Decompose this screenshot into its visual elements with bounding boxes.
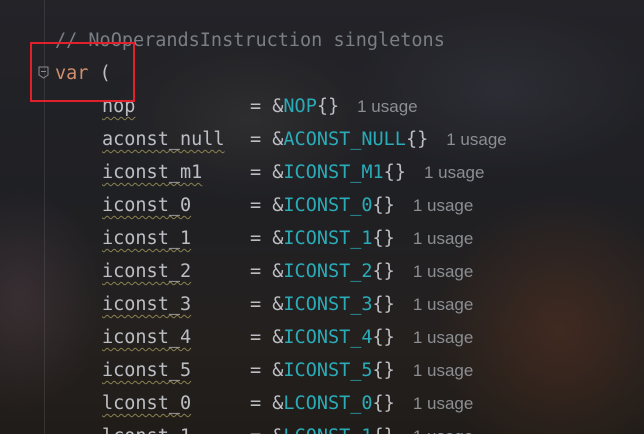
empty-literal-braces: {} — [372, 327, 395, 348]
assign-operator: = — [250, 294, 273, 315]
type-name[interactable]: ICONST_5 — [283, 360, 372, 381]
address-operator: & — [272, 327, 284, 348]
variable-name[interactable]: lconst_0 — [102, 387, 250, 420]
address-operator: & — [272, 129, 284, 150]
usage-hint[interactable]: 1 usage — [413, 361, 474, 380]
address-operator: & — [272, 360, 284, 381]
empty-literal-braces: {} — [372, 294, 395, 315]
empty-literal-braces: {} — [372, 360, 395, 381]
declaration-row: iconst_5 = &ICONST_5{} 1 usage — [102, 354, 473, 387]
type-name[interactable]: ICONST_M1 — [283, 162, 383, 183]
address-operator: & — [272, 261, 284, 282]
assign-operator: = — [250, 261, 273, 282]
usage-hint[interactable]: 1 usage — [413, 427, 474, 434]
assign-operator: = — [250, 327, 273, 348]
type-name[interactable]: ICONST_4 — [283, 327, 372, 348]
type-name[interactable]: LCONST_1 — [283, 426, 372, 434]
address-operator: & — [272, 228, 284, 249]
assign-operator: = — [250, 195, 273, 216]
highlight-annotation-box — [30, 42, 135, 102]
variable-name[interactable]: iconst_3 — [102, 288, 250, 321]
assign-operator: = — [250, 228, 273, 249]
variable-name[interactable]: iconst_m1 — [102, 156, 250, 189]
usage-hint[interactable]: 1 usage — [446, 130, 507, 149]
variable-name[interactable]: iconst_5 — [102, 354, 250, 387]
type-name[interactable]: ICONST_2 — [283, 261, 372, 282]
declaration-row: iconst_1 = &ICONST_1{} 1 usage — [102, 222, 473, 255]
address-operator: & — [272, 162, 284, 183]
address-operator: & — [272, 195, 284, 216]
address-operator: & — [272, 426, 283, 434]
address-operator: & — [272, 96, 284, 117]
usage-hint[interactable]: 1 usage — [413, 394, 474, 413]
declaration-row: iconst_3 = &ICONST_3{} 1 usage — [102, 288, 473, 321]
assign-operator: = — [250, 129, 273, 150]
empty-literal-braces: {} — [372, 228, 395, 249]
declaration-row: lconst_1= &LCONST_1{} 1 usage — [102, 420, 473, 434]
assign-operator: = — [250, 162, 273, 183]
variable-name[interactable]: iconst_2 — [102, 255, 250, 288]
empty-literal-braces: {} — [373, 426, 395, 434]
declaration-row: aconst_null = &ACONST_NULL{} 1 usage — [102, 123, 507, 156]
declaration-row: iconst_2 = &ICONST_2{} 1 usage — [102, 255, 473, 288]
type-name[interactable]: NOP — [283, 96, 316, 117]
empty-literal-braces: {} — [372, 261, 395, 282]
usage-hint[interactable]: 1 usage — [357, 97, 418, 116]
declaration-row: iconst_0 = &ICONST_0{} 1 usage — [102, 189, 473, 222]
declaration-row: iconst_m1 = &ICONST_M1{} 1 usage — [102, 156, 484, 189]
empty-literal-braces: {} — [383, 162, 406, 183]
variable-name[interactable]: aconst_null — [102, 123, 250, 156]
variable-name[interactable]: lconst_1 — [102, 420, 250, 434]
declaration-row: iconst_4 = &ICONST_4{} 1 usage — [102, 321, 473, 354]
type-name[interactable]: LCONST_0 — [283, 393, 372, 414]
empty-literal-braces: {} — [405, 129, 429, 150]
usage-hint[interactable]: 1 usage — [413, 196, 474, 215]
declaration-row: lconst_0 = &LCONST_0{} 1 usage — [102, 387, 473, 420]
type-name[interactable]: ICONST_0 — [283, 195, 372, 216]
empty-literal-braces: {} — [316, 96, 340, 117]
address-operator: & — [272, 294, 284, 315]
type-name[interactable]: ACONST_NULL — [283, 129, 406, 150]
variable-name[interactable]: iconst_1 — [102, 222, 250, 255]
usage-hint[interactable]: 1 usage — [413, 328, 474, 347]
usage-hint[interactable]: 1 usage — [413, 295, 474, 314]
empty-literal-braces: {} — [372, 195, 395, 216]
usage-hint[interactable]: 1 usage — [413, 229, 474, 248]
type-name[interactable]: ICONST_1 — [283, 228, 372, 249]
empty-literal-braces: {} — [372, 393, 395, 414]
declaration-row: nop = &NOP{} 1 usage — [102, 90, 418, 123]
variable-name[interactable]: iconst_0 — [102, 189, 250, 222]
assign-operator: = — [250, 426, 272, 434]
usage-hint[interactable]: 1 usage — [413, 262, 474, 281]
assign-operator: = — [250, 360, 273, 381]
assign-operator: = — [250, 393, 273, 414]
variable-name[interactable]: iconst_4 — [102, 321, 250, 354]
usage-hint[interactable]: 1 usage — [424, 163, 485, 182]
code-editor[interactable]: // NoOperandsInstruction singletons var … — [0, 0, 644, 434]
address-operator: & — [272, 393, 284, 414]
type-name[interactable]: ICONST_3 — [283, 294, 372, 315]
assign-operator: = — [250, 96, 273, 117]
